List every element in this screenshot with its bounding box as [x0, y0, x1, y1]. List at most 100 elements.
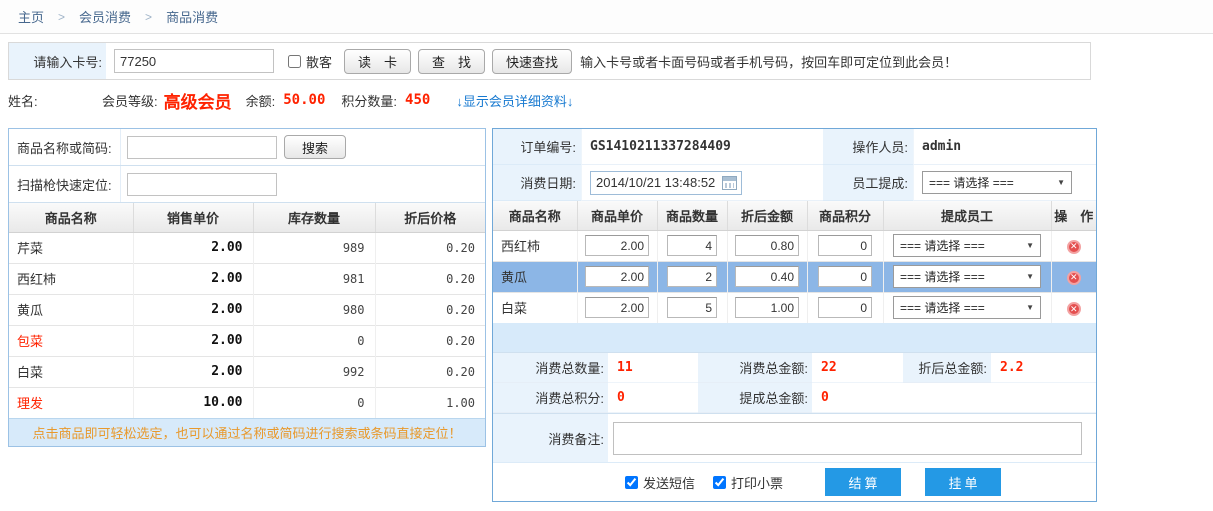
product-cell: 980 [253, 294, 375, 325]
breadcrumb-product-consume[interactable]: 商品消费 [166, 7, 218, 26]
breadcrumb-home[interactable]: 主页 [18, 7, 44, 26]
item-staff-select[interactable]: === 请选择 ===▼ [893, 234, 1041, 257]
remark-input[interactable] [613, 422, 1082, 455]
product-row[interactable]: 包菜2.0000.20 [9, 325, 485, 356]
card-number-input[interactable] [114, 49, 274, 73]
order-item-row[interactable]: 黄瓜=== 请选择 ===▼✕ [493, 261, 1096, 292]
quick-find-button[interactable]: 快速查找 [492, 49, 572, 74]
item-points-input[interactable] [818, 235, 872, 256]
product-cell: 白菜 [9, 356, 133, 387]
points-value: 450 [405, 92, 430, 108]
product-cell: 0.20 [375, 325, 485, 356]
order-item-row[interactable]: 西红柿=== 请选择 ===▼✕ [493, 230, 1096, 261]
item-staff-select-value: === 请选择 === [900, 268, 985, 285]
breadcrumb-separator-icon: > [58, 10, 65, 24]
member-name-label: 姓名: [8, 91, 68, 110]
delete-item-icon[interactable]: ✕ [1067, 271, 1081, 285]
item-qty-input[interactable] [667, 266, 717, 287]
order-column-header: 商品积分 [807, 201, 883, 230]
item-price-input[interactable] [585, 266, 649, 287]
product-row[interactable]: 芹菜2.009890.20 [9, 232, 485, 263]
action-row: 发送短信 打印小票 结算 挂单 [493, 462, 1096, 501]
product-cell: 0 [253, 325, 375, 356]
product-search-input[interactable] [127, 136, 277, 159]
product-row[interactable]: 西红柿2.009810.20 [9, 263, 485, 294]
product-row[interactable]: 理发10.0001.00 [9, 387, 485, 418]
breadcrumb-member-consume[interactable]: 会员消费 [79, 7, 131, 26]
total-points-value: 0 [608, 383, 698, 413]
order-column-header: 提成员工 [883, 201, 1051, 230]
item-price-input[interactable] [585, 235, 649, 256]
order-item-cell [727, 292, 807, 323]
send-sms-checkbox[interactable] [625, 476, 638, 489]
product-column-header: 库存数量 [253, 203, 375, 232]
order-items-body: 西红柿=== 请选择 ===▼✕黄瓜=== 请选择 ===▼✕白菜=== 请选择… [493, 230, 1096, 323]
item-amount-input[interactable] [735, 266, 799, 287]
item-points-input[interactable] [818, 297, 872, 318]
calendar-icon[interactable] [722, 176, 737, 190]
item-amount-input[interactable] [735, 235, 799, 256]
product-cell: 1.00 [375, 387, 485, 418]
order-panel: 订单编号: GS1410211337284409 操作人员: admin 消费日… [492, 128, 1097, 502]
product-search-button[interactable]: 搜索 [284, 135, 346, 159]
product-panel: 商品名称或简码: 搜索 扫描枪快速定位: 商品名称销售单价库存数量折后价格 芹菜… [8, 128, 486, 447]
member-detail-link[interactable]: ↓显示会员详细资料↓ [456, 91, 573, 110]
order-items-header: 商品名称商品单价商品数量折后金额商品积分提成员工操 作 [493, 201, 1096, 230]
card-number-label: 请输入卡号: [9, 43, 106, 79]
order-column-header: 商品名称 [493, 201, 577, 230]
card-lookup-bar: 请输入卡号: 散客 读 卡 查 找 快速查找 输入卡号或者卡面号码或者手机号码，… [8, 42, 1091, 80]
product-cell: 0.20 [375, 263, 485, 294]
product-column-header: 折后价格 [375, 203, 485, 232]
staff-commission-select[interactable]: === 请选择 === ▼ [922, 171, 1072, 194]
item-staff-select[interactable]: === 请选择 ===▼ [893, 296, 1041, 319]
product-cell: 981 [253, 263, 375, 294]
balance-label: 余额: [246, 91, 276, 110]
member-info-bar: 姓名: 会员等级: 高级会员 余额: 50.00 积分数量: 450 ↓显示会员… [8, 86, 1093, 114]
item-amount-input[interactable] [735, 297, 799, 318]
order-item-cell [657, 230, 727, 261]
settle-button[interactable]: 结算 [825, 468, 901, 496]
product-row[interactable]: 白菜2.009920.20 [9, 356, 485, 387]
staff-commission-label: 员工提成: [823, 165, 913, 201]
spacer-band [493, 323, 1096, 352]
breadcrumb-separator-icon: > [145, 10, 152, 24]
order-item-cell [577, 230, 657, 261]
consume-date-input[interactable] [590, 171, 742, 195]
total-points-label: 消费总积分: [493, 383, 608, 413]
order-item-cell: ✕ [1051, 230, 1096, 261]
product-table: 商品名称销售单价库存数量折后价格 芹菜2.009890.20西红柿2.00981… [9, 203, 485, 418]
item-qty-input[interactable] [667, 297, 717, 318]
product-row[interactable]: 黄瓜2.009800.20 [9, 294, 485, 325]
find-button[interactable]: 查 找 [418, 49, 485, 74]
product-table-body: 芹菜2.009890.20西红柿2.009810.20黄瓜2.009800.20… [9, 232, 485, 418]
product-cell: 西红柿 [9, 263, 133, 294]
scan-locate-input[interactable] [127, 173, 277, 196]
guest-checkbox[interactable] [288, 55, 301, 68]
product-cell: 2.00 [133, 232, 253, 263]
order-item-cell [577, 292, 657, 323]
order-item-cell [657, 292, 727, 323]
hold-order-button[interactable]: 挂单 [925, 468, 1001, 496]
order-item-cell [807, 292, 883, 323]
item-price-input[interactable] [585, 297, 649, 318]
print-receipt-checkbox[interactable] [713, 476, 726, 489]
chevron-down-icon: ▼ [1026, 272, 1034, 281]
product-cell: 理发 [9, 387, 133, 418]
scan-locate-row: 扫描枪快速定位: [9, 166, 485, 203]
product-cell: 10.00 [133, 387, 253, 418]
item-staff-select[interactable]: === 请选择 === ▼ [893, 265, 1041, 288]
order-item-row[interactable]: 白菜 === 请选择 ===▼ ✕ [493, 292, 1096, 323]
product-cell: 2.00 [133, 294, 253, 325]
item-points-input[interactable] [818, 266, 872, 287]
product-cell: 0.20 [375, 232, 485, 263]
read-card-button[interactable]: 读 卡 [344, 49, 411, 74]
delete-item-icon[interactable]: ✕ [1067, 240, 1081, 254]
delete-item-icon[interactable]: ✕ [1067, 302, 1081, 316]
member-level-value: 高级会员 [164, 88, 232, 113]
order-column-header: 商品数量 [657, 201, 727, 230]
product-cell: 0 [253, 387, 375, 418]
item-qty-input[interactable] [667, 235, 717, 256]
chevron-down-icon: ▼ [1026, 303, 1034, 312]
order-number-label: 订单编号: [493, 129, 581, 165]
order-item-name: 白菜 [493, 292, 577, 323]
